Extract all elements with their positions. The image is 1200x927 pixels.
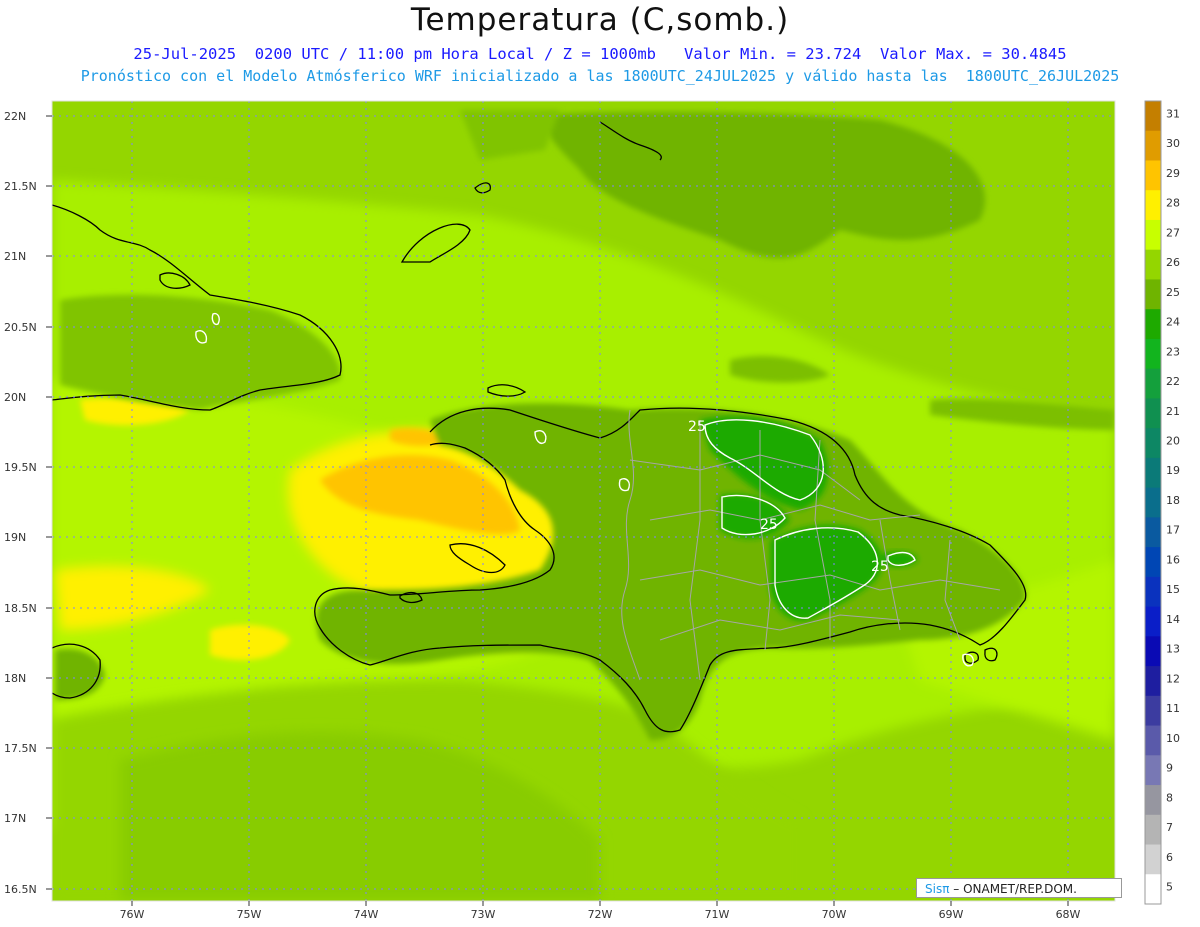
colorbar-swatch [1145, 130, 1161, 161]
colorbar-label: 22 [1166, 375, 1180, 388]
colorbar-swatch [1145, 309, 1161, 340]
contour-label: 25 [760, 517, 778, 533]
temperature-map: 25 25 25 22N 21.5N 21N 20.5N 20N 19.5N 1… [4, 100, 1180, 921]
colorbar-label: 18 [1166, 494, 1180, 507]
colorbar-label: 26 [1166, 256, 1180, 269]
credit-source: – ONAMET/REP.DOM. [949, 882, 1077, 896]
colorbar-swatch [1145, 636, 1161, 667]
colorbar-swatch [1145, 725, 1161, 756]
colorbar-swatch [1145, 695, 1161, 727]
colorbar-swatch [1145, 844, 1161, 875]
lat-label: 21.5N [4, 180, 37, 193]
lon-label: 71W [705, 908, 730, 921]
colorbar-label: 9 [1166, 762, 1173, 775]
longitude-axis: 76W 75W 74W 73W 72W 71W 70W 69W 68W [120, 908, 1081, 921]
lon-label: 74W [354, 908, 379, 921]
colorbar-swatch [1145, 517, 1161, 548]
colorbar-swatch [1145, 160, 1161, 191]
lat-label: 19N [4, 531, 26, 544]
colorbar-label: 23 [1166, 345, 1180, 358]
colorbar-swatch [1145, 190, 1161, 221]
lat-label: 17N [4, 812, 26, 825]
colorbar-swatch [1145, 755, 1161, 786]
colorbar-swatch [1145, 547, 1161, 578]
colorbar-swatch [1145, 338, 1161, 370]
colorbar-label: 29 [1166, 167, 1180, 180]
lat-label: 21N [4, 250, 26, 263]
colorbar-label: 12 [1166, 672, 1180, 685]
lat-label: 17.5N [4, 742, 37, 755]
contour-label: 25 [871, 559, 889, 575]
contour-label: 25 [688, 419, 706, 435]
latitude-axis: 22N 21.5N 21N 20.5N 20N 19.5N 19N 18.5N … [4, 110, 37, 896]
lon-label: 73W [471, 908, 496, 921]
colorbar-label: 20 [1166, 435, 1180, 448]
colorbar-label: 31 [1166, 107, 1180, 120]
lat-label: 18N [4, 672, 26, 685]
colorbar-swatch [1145, 249, 1161, 280]
credit-label: Sisπ – ONAMET/REP.DOM. [916, 878, 1122, 898]
colorbar-swatch [1145, 219, 1161, 251]
colorbar-swatch [1145, 457, 1161, 489]
colorbar-label: 28 [1166, 197, 1180, 210]
colorbar-swatch [1145, 606, 1161, 637]
lon-label: 76W [120, 908, 145, 921]
colorbar-label: 10 [1166, 732, 1180, 745]
colorbar-label: 8 [1166, 791, 1173, 804]
colorbar-swatch [1145, 368, 1161, 399]
lon-label: 69W [939, 908, 964, 921]
colorbar-label: 11 [1166, 702, 1180, 715]
colorbar-label: 16 [1166, 553, 1180, 566]
lat-label: 18.5N [4, 602, 37, 615]
colorbar-label: 21 [1166, 405, 1180, 418]
colorbar-label: 7 [1166, 821, 1173, 834]
colorbar-swatch [1145, 874, 1161, 905]
credit-brand: Sisπ [925, 882, 950, 896]
colorbar-label: 19 [1166, 464, 1180, 477]
lat-label: 20N [4, 391, 26, 404]
lat-label: 19.5N [4, 461, 37, 474]
colorbar-swatch [1145, 487, 1161, 518]
colorbar-label: 27 [1166, 226, 1180, 239]
temperature-color-scale: 31 30 29 28 27 26 25 24 23 22 21 20 19 18 17 16 15 14 13 12… [1144, 100, 1180, 905]
lat-label: 20.5N [4, 321, 37, 334]
colorbar-label: 14 [1166, 613, 1180, 626]
temperature-field [52, 101, 1115, 901]
lon-label: 70W [822, 908, 847, 921]
colorbar-swatch [1145, 101, 1161, 132]
colorbar-label: 6 [1166, 851, 1173, 864]
lat-label: 16.5N [4, 883, 37, 896]
colorbar-label: 15 [1166, 583, 1180, 596]
colorbar-swatch [1145, 398, 1161, 429]
colorbar-swatch [1145, 576, 1161, 608]
colorbar-label: 5 [1166, 881, 1173, 894]
colorbar-swatch [1145, 279, 1161, 310]
colorbar-label: 13 [1166, 643, 1180, 656]
lat-label: 22N [4, 110, 26, 123]
colorbar-label: 24 [1166, 316, 1180, 329]
colorbar-swatch [1145, 814, 1161, 846]
colorbar-swatch [1145, 428, 1161, 459]
colorbar-label: 30 [1166, 137, 1180, 150]
lon-label: 68W [1056, 908, 1081, 921]
colorbar-label: 17 [1166, 524, 1180, 537]
colorbar-swatch [1145, 666, 1161, 697]
lon-label: 75W [237, 908, 262, 921]
colorbar-label: 25 [1166, 286, 1180, 299]
colorbar-swatch [1145, 785, 1161, 816]
lon-label: 72W [588, 908, 613, 921]
